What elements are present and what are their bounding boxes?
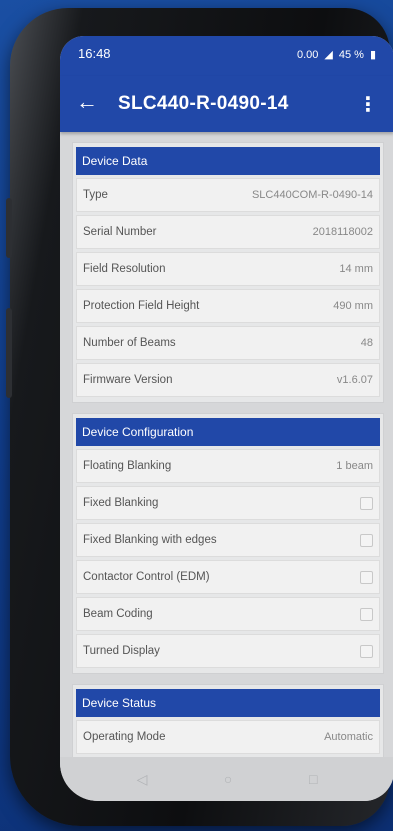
row-value: 14 mm xyxy=(339,263,373,275)
row-label: Operating Mode xyxy=(83,731,166,743)
back-arrow-icon[interactable]: ← xyxy=(76,89,98,115)
content-area: Device Data Type SLC440COM-R-0490-14 Ser… xyxy=(60,132,393,760)
device-status-section: Device Status Operating Mode Automatic xyxy=(72,684,384,760)
nav-recents-icon[interactable]: □ xyxy=(309,771,317,787)
row-operating-mode: Operating Mode Automatic xyxy=(76,720,380,754)
system-nav-bar: ◁ ○ □ xyxy=(60,757,393,801)
status-time: 16:48 xyxy=(78,46,111,61)
row-value: 48 xyxy=(360,337,373,349)
row-value: v1.6.07 xyxy=(336,374,373,386)
network-speed: 0.00 xyxy=(296,48,319,61)
row-label: Firmware Version xyxy=(83,374,173,386)
section-header-device-data: Device Data xyxy=(76,147,380,175)
row-value: 2018118002 xyxy=(312,226,373,238)
row-turned-display: Turned Display xyxy=(76,634,380,668)
row-label: Contactor Control (EDM) xyxy=(83,571,210,583)
phone-screen: 16:48 0.00 ◢ 45 % ▮ ← SLC440-R-0490-14 ⋮… xyxy=(60,36,393,801)
row-value: SLC440COM-R-0490-14 xyxy=(251,189,373,201)
turned-display-checkbox[interactable] xyxy=(360,644,373,658)
row-label: Field Resolution xyxy=(83,263,166,275)
row-label: Fixed Blanking with edges xyxy=(83,534,217,546)
device-data-section: Device Data Type SLC440COM-R-0490-14 Ser… xyxy=(72,142,384,403)
status-bar: 16:48 0.00 ◢ 45 % ▮ xyxy=(60,36,393,76)
fixed-blanking-checkbox[interactable] xyxy=(360,496,373,510)
fixed-blanking-edges-checkbox[interactable] xyxy=(360,533,373,547)
row-value: 490 mm xyxy=(333,300,373,312)
row-label: Number of Beams xyxy=(83,337,176,349)
row-contactor-control: Contactor Control (EDM) xyxy=(76,560,380,594)
row-label: Turned Display xyxy=(83,645,160,657)
row-fixed-blanking-with-edges: Fixed Blanking with edges xyxy=(76,523,380,557)
contactor-control-checkbox[interactable] xyxy=(360,570,373,584)
row-value: Automatic xyxy=(324,731,373,743)
row-number-of-beams: Number of Beams 48 xyxy=(76,326,380,360)
battery-level: 45 % xyxy=(338,48,364,61)
beam-coding-checkbox[interactable] xyxy=(360,607,373,621)
section-header-device-status: Device Status xyxy=(76,689,380,717)
volume-button xyxy=(6,198,12,258)
phone-frame: 16:48 0.00 ◢ 45 % ▮ ← SLC440-R-0490-14 ⋮… xyxy=(6,8,393,826)
row-label: Type xyxy=(83,189,108,201)
row-value: 1 beam xyxy=(336,460,373,472)
section-header-device-configuration: Device Configuration xyxy=(76,418,380,446)
row-label: Protection Field Height xyxy=(83,300,200,312)
row-label: Floating Blanking xyxy=(83,460,172,472)
status-icons: 0.00 ◢ 45 % ▮ xyxy=(296,48,376,62)
row-label: Fixed Blanking xyxy=(83,497,159,509)
row-type: Type SLC440COM-R-0490-14 xyxy=(76,178,380,212)
nav-back-icon[interactable]: ◁ xyxy=(137,771,148,788)
row-fixed-blanking: Fixed Blanking xyxy=(76,486,380,520)
page-title: SLC440-R-0490-14 xyxy=(118,93,289,114)
more-menu-icon[interactable]: ⋮ xyxy=(358,92,378,117)
row-firmware-version: Firmware Version v1.6.07 xyxy=(76,363,380,397)
row-serial-number: Serial Number 2018118002 xyxy=(76,215,380,249)
row-floating-blanking[interactable]: Floating Blanking 1 beam xyxy=(76,449,380,483)
nav-home-icon[interactable]: ○ xyxy=(224,771,232,787)
device-configuration-section: Device Configuration Floating Blanking 1… xyxy=(72,413,384,674)
signal-icon: ◢ xyxy=(324,49,333,61)
row-label: Beam Coding xyxy=(83,608,153,620)
row-beam-coding: Beam Coding xyxy=(76,597,380,631)
row-label: Serial Number xyxy=(83,226,157,238)
row-field-resolution: Field Resolution 14 mm xyxy=(76,252,380,286)
app-bar: ← SLC440-R-0490-14 ⋮ xyxy=(60,76,393,132)
row-protection-field-height: Protection Field Height 490 mm xyxy=(76,289,380,323)
power-button xyxy=(6,308,12,398)
battery-icon: ▮ xyxy=(369,49,376,61)
